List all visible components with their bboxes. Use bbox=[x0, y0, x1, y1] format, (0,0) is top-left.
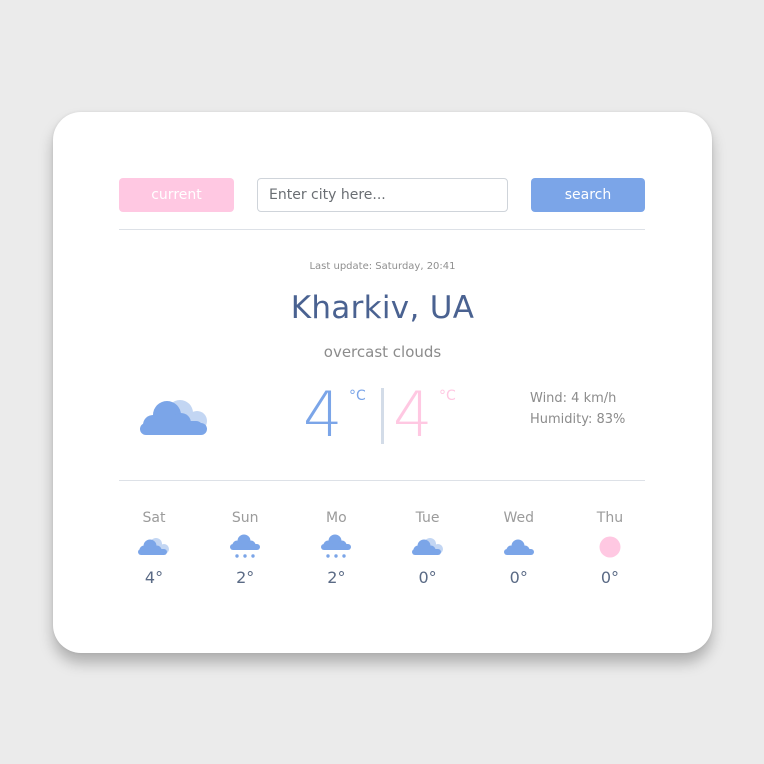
temperature-alt: 4 bbox=[393, 378, 433, 451]
sun-icon bbox=[599, 536, 621, 558]
forecast-day-name: Sun bbox=[231, 510, 259, 526]
forecast-day: Sun 2° bbox=[210, 508, 280, 603]
forecast-temp: 0° bbox=[509, 568, 528, 587]
celsius-unit-link[interactable]: °C bbox=[349, 388, 366, 404]
forecast-temp: 0° bbox=[600, 568, 620, 587]
snow-icon bbox=[230, 534, 261, 558]
temperature-block: 4 °C 4 °C bbox=[303, 380, 473, 450]
current-location-button[interactable]: current bbox=[119, 178, 234, 212]
cloud-icon bbox=[503, 539, 534, 555]
forecast-list: Sat 4° Sun 2° Mo 2° Tue 0° Wed 0° Thu 0° bbox=[119, 508, 645, 603]
temperature-separator bbox=[381, 388, 384, 444]
forecast-day: Tue 0° bbox=[393, 508, 463, 603]
forecast-temp: 0° bbox=[418, 568, 437, 587]
forecast-temp: 2° bbox=[236, 568, 255, 587]
temperature-celsius: 4 bbox=[303, 378, 343, 451]
last-update: Last update: Saturday, 20:41 bbox=[309, 261, 456, 272]
cloud-icon bbox=[140, 400, 207, 435]
alt-unit-link[interactable]: °C bbox=[439, 388, 456, 404]
broken-clouds-icon bbox=[138, 538, 169, 555]
forecast-temp: 4° bbox=[144, 568, 164, 587]
snow-icon bbox=[321, 534, 352, 558]
weather-description: overcast clouds bbox=[323, 343, 442, 361]
city-search-input[interactable] bbox=[257, 178, 508, 212]
weather-details: Wind: 4 km/h Humidity: 83% bbox=[530, 388, 625, 430]
forecast-day-name: Tue bbox=[415, 510, 440, 526]
search-button[interactable]: search bbox=[531, 178, 645, 212]
forecast-day-name: Mo bbox=[326, 510, 347, 526]
forecast-day-name: Thu bbox=[596, 510, 624, 526]
forecast-day: Mo 2° bbox=[301, 508, 371, 603]
search-form: current search bbox=[119, 178, 645, 212]
weather-card: current search Last update: Saturday, 20… bbox=[53, 112, 712, 653]
forecast-day: Wed 0° bbox=[484, 508, 554, 603]
forecast-day: Thu 0° bbox=[575, 508, 645, 603]
broken-clouds-icon bbox=[411, 538, 443, 555]
forecast-day-name: Sat bbox=[142, 510, 166, 526]
divider bbox=[119, 229, 645, 230]
city-name: Kharkiv, UA bbox=[290, 290, 475, 326]
forecast-day: Sat 4° bbox=[119, 508, 189, 603]
forecast-day-name: Wed bbox=[503, 510, 535, 526]
humidity: Humidity: 83% bbox=[530, 412, 626, 427]
wind-speed: Wind: 4 km/h bbox=[530, 391, 617, 406]
divider bbox=[119, 480, 645, 481]
forecast-temp: 2° bbox=[327, 568, 346, 587]
